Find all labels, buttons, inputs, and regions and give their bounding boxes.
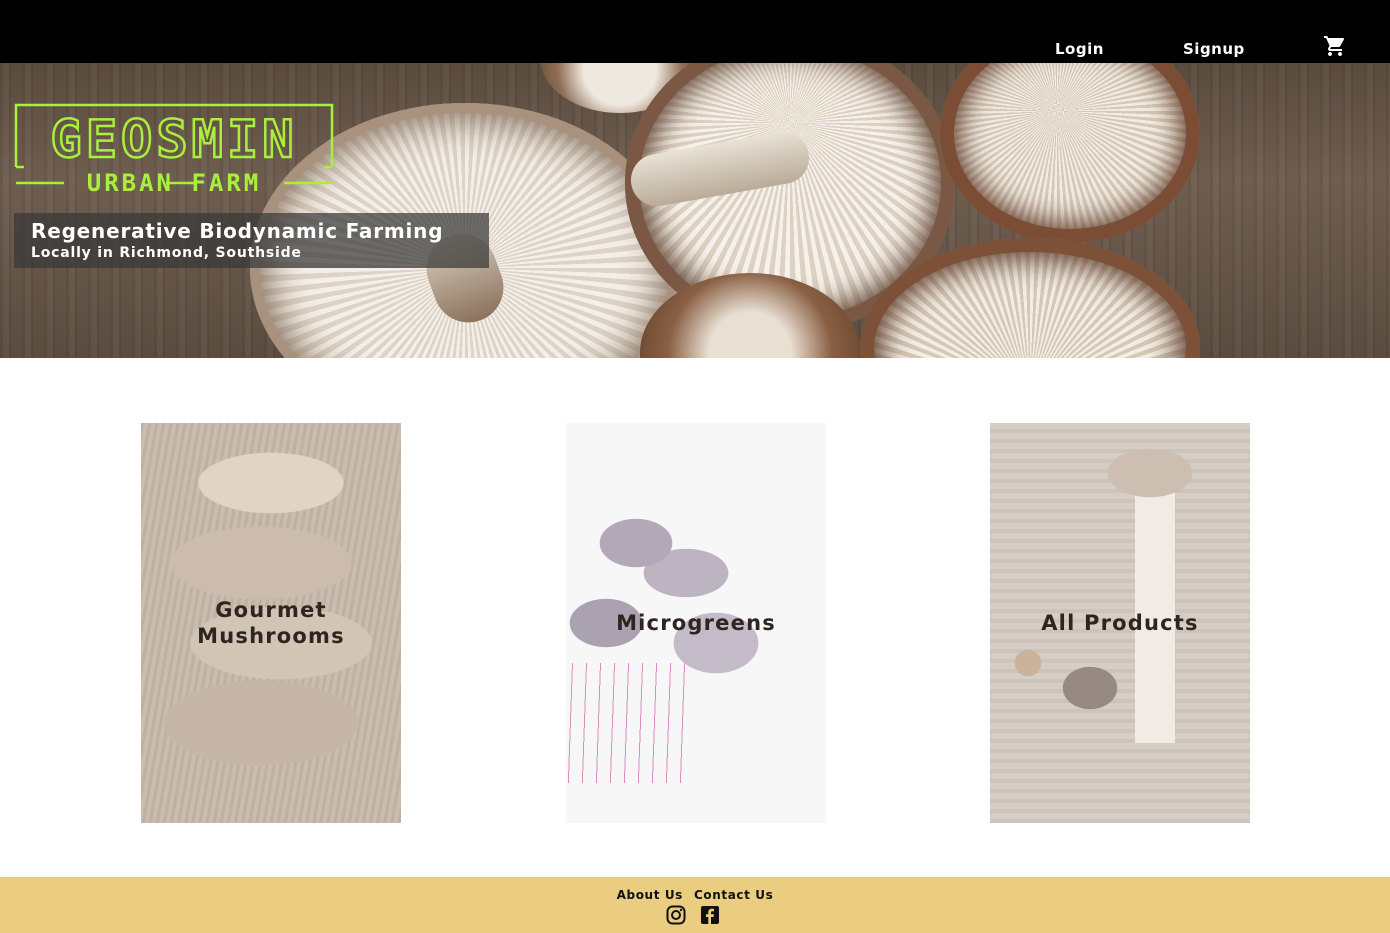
category-label: Gourmet Mushrooms [197, 598, 345, 648]
category-card-all-products[interactable]: All Products [990, 423, 1250, 823]
contact-us-link[interactable]: Contact Us [694, 888, 773, 902]
login-link[interactable]: Login [1055, 40, 1104, 58]
hero-tagline: Regenerative Biodynamic Farming Locally … [14, 213, 489, 268]
logo-subtitle: URBAN FARM [87, 169, 262, 195]
hero-mushroom-4 [940, 63, 1200, 243]
geosmin-logo[interactable]: GEOSMIN URBAN FARM [14, 103, 336, 195]
footer-links: About Us Contact Us [0, 884, 1390, 903]
category-label: All Products [1041, 611, 1199, 635]
signup-link[interactable]: Signup [1183, 40, 1245, 58]
about-us-link[interactable]: About Us [617, 888, 683, 902]
footer: About Us Contact Us [0, 877, 1390, 933]
hero-banner: GEOSMIN URBAN FARM Regenerative Biodynam… [0, 63, 1390, 358]
top-navbar: Login Signup [0, 0, 1390, 63]
category-card-gourmet-mushrooms[interactable]: Gourmet Mushrooms [141, 423, 401, 823]
hero-subheadline: Locally in Richmond, Southside [31, 245, 302, 261]
hero-headline: Regenerative Biodynamic Farming [31, 219, 444, 243]
category-card-microgreens[interactable]: Microgreens [566, 423, 826, 823]
instagram-icon[interactable] [666, 905, 686, 925]
category-label: Microgreens [616, 611, 776, 635]
shopping-cart-icon[interactable] [1323, 34, 1347, 58]
facebook-icon[interactable] [700, 905, 720, 925]
logo-title: GEOSMIN [50, 110, 297, 170]
